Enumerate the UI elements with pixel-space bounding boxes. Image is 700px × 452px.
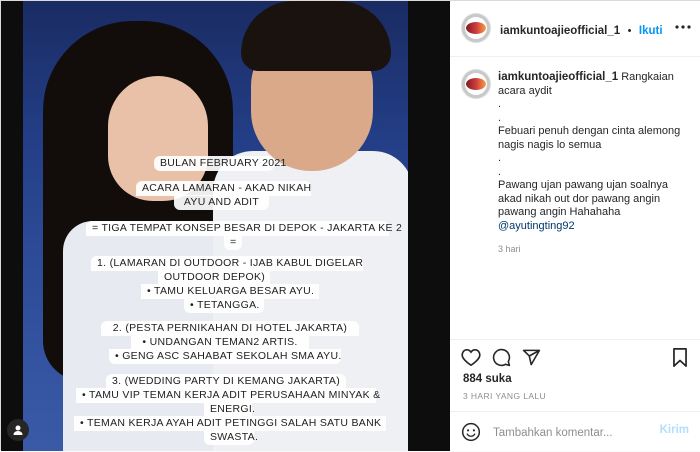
comment-icon[interactable] (490, 346, 512, 368)
caption-text: . . Febuari penuh dengan cinta alemong n… (498, 98, 681, 151)
card-line: • TEMAN KERJA AYAH ADIT PETINGGI SALAH S… (74, 416, 386, 431)
card-line: • TAMU KELUARGA BESAR AYU. (141, 284, 319, 299)
avatar[interactable] (461, 69, 491, 99)
header-username[interactable]: iamkuntoajieofficial_1 (500, 25, 620, 37)
avatar[interactable] (461, 13, 491, 43)
instagram-post-window: BULAN FEBRUARY 2021 ACARA LAMARAN - AKAD… (0, 0, 700, 451)
caption-username[interactable]: iamkuntoajieofficial_1 (498, 71, 618, 83)
heart-icon[interactable] (460, 346, 482, 368)
bookmark-icon[interactable] (669, 346, 691, 368)
more-horizontal-icon[interactable] (672, 16, 694, 38)
image-letterbox-left (1, 1, 23, 451)
caption-time: 3 hari (498, 244, 521, 254)
post-side-panel: iamkuntoajieofficial_1 • Ikuti iamkuntoa… (450, 1, 700, 451)
add-comment-bar: Kirim (450, 411, 700, 452)
card-line: • GENG ASC SAHABAT SEKOLAH SMA AYU. (109, 349, 341, 364)
post-timestamp: 3 HARI YANG LALU (463, 391, 547, 401)
card-line: OUTDOOR DEPOK) (158, 270, 270, 285)
announcement-card: BULAN FEBRUARY 2021 ACARA LAMARAN - AKAD… (74, 151, 404, 451)
photo-man-hair (241, 1, 391, 71)
card-line: BULAN FEBRUARY 2021 (154, 156, 286, 171)
card-line: 2. (PESTA PERNIKAHAN DI HOTEL JAKARTA) (101, 321, 359, 336)
caption-text: . . Pawang ujan pawang ujan soalnya akad… (498, 152, 669, 218)
card-line: 3. (WEDDING PARTY DI KEMANG JAKARTA) (106, 374, 346, 389)
post-comment-button[interactable]: Kirim (660, 424, 689, 436)
card-line: AYU AND ADIT (174, 195, 269, 210)
caption: iamkuntoajieofficial_1 Rangkaian acara a… (498, 71, 693, 257)
card-line: • TETANGGA. (184, 298, 264, 313)
card-line: ENERGI. (204, 402, 255, 417)
card-line: 1. (LAMARAN DI OUTDOOR - IJAB KABUL DIGE… (91, 256, 363, 271)
card-line: = (224, 235, 242, 250)
card-line: • UNDANGAN TEMAN2 ARTIS. (131, 335, 309, 350)
card-line: = TIGA TEMPAT KONSEP BESAR DI DEPOK - JA… (86, 221, 402, 236)
like-count[interactable]: 884 suka (463, 373, 512, 385)
card-line: ACARA LAMARAN - AKAD NIKAH (136, 181, 311, 196)
tagged-user-icon[interactable] (7, 419, 29, 441)
follow-button[interactable]: Ikuti (639, 25, 663, 37)
comment-input[interactable] (491, 422, 655, 444)
image-letterbox-right (408, 1, 450, 451)
card-line: SWASTA. (204, 430, 258, 445)
emoji-icon[interactable] (460, 421, 482, 443)
post-image[interactable]: BULAN FEBRUARY 2021 ACARA LAMARAN - AKAD… (1, 1, 450, 451)
card-line: • TAMU VIP TEMAN KERJA ADIT PERUSAHAAN M… (76, 388, 380, 403)
separator-dot: • (627, 25, 632, 37)
mention-link[interactable]: @ayutingting92 (498, 220, 575, 232)
share-icon[interactable] (520, 346, 542, 368)
post-header: iamkuntoajieofficial_1 • Ikuti (450, 1, 700, 57)
